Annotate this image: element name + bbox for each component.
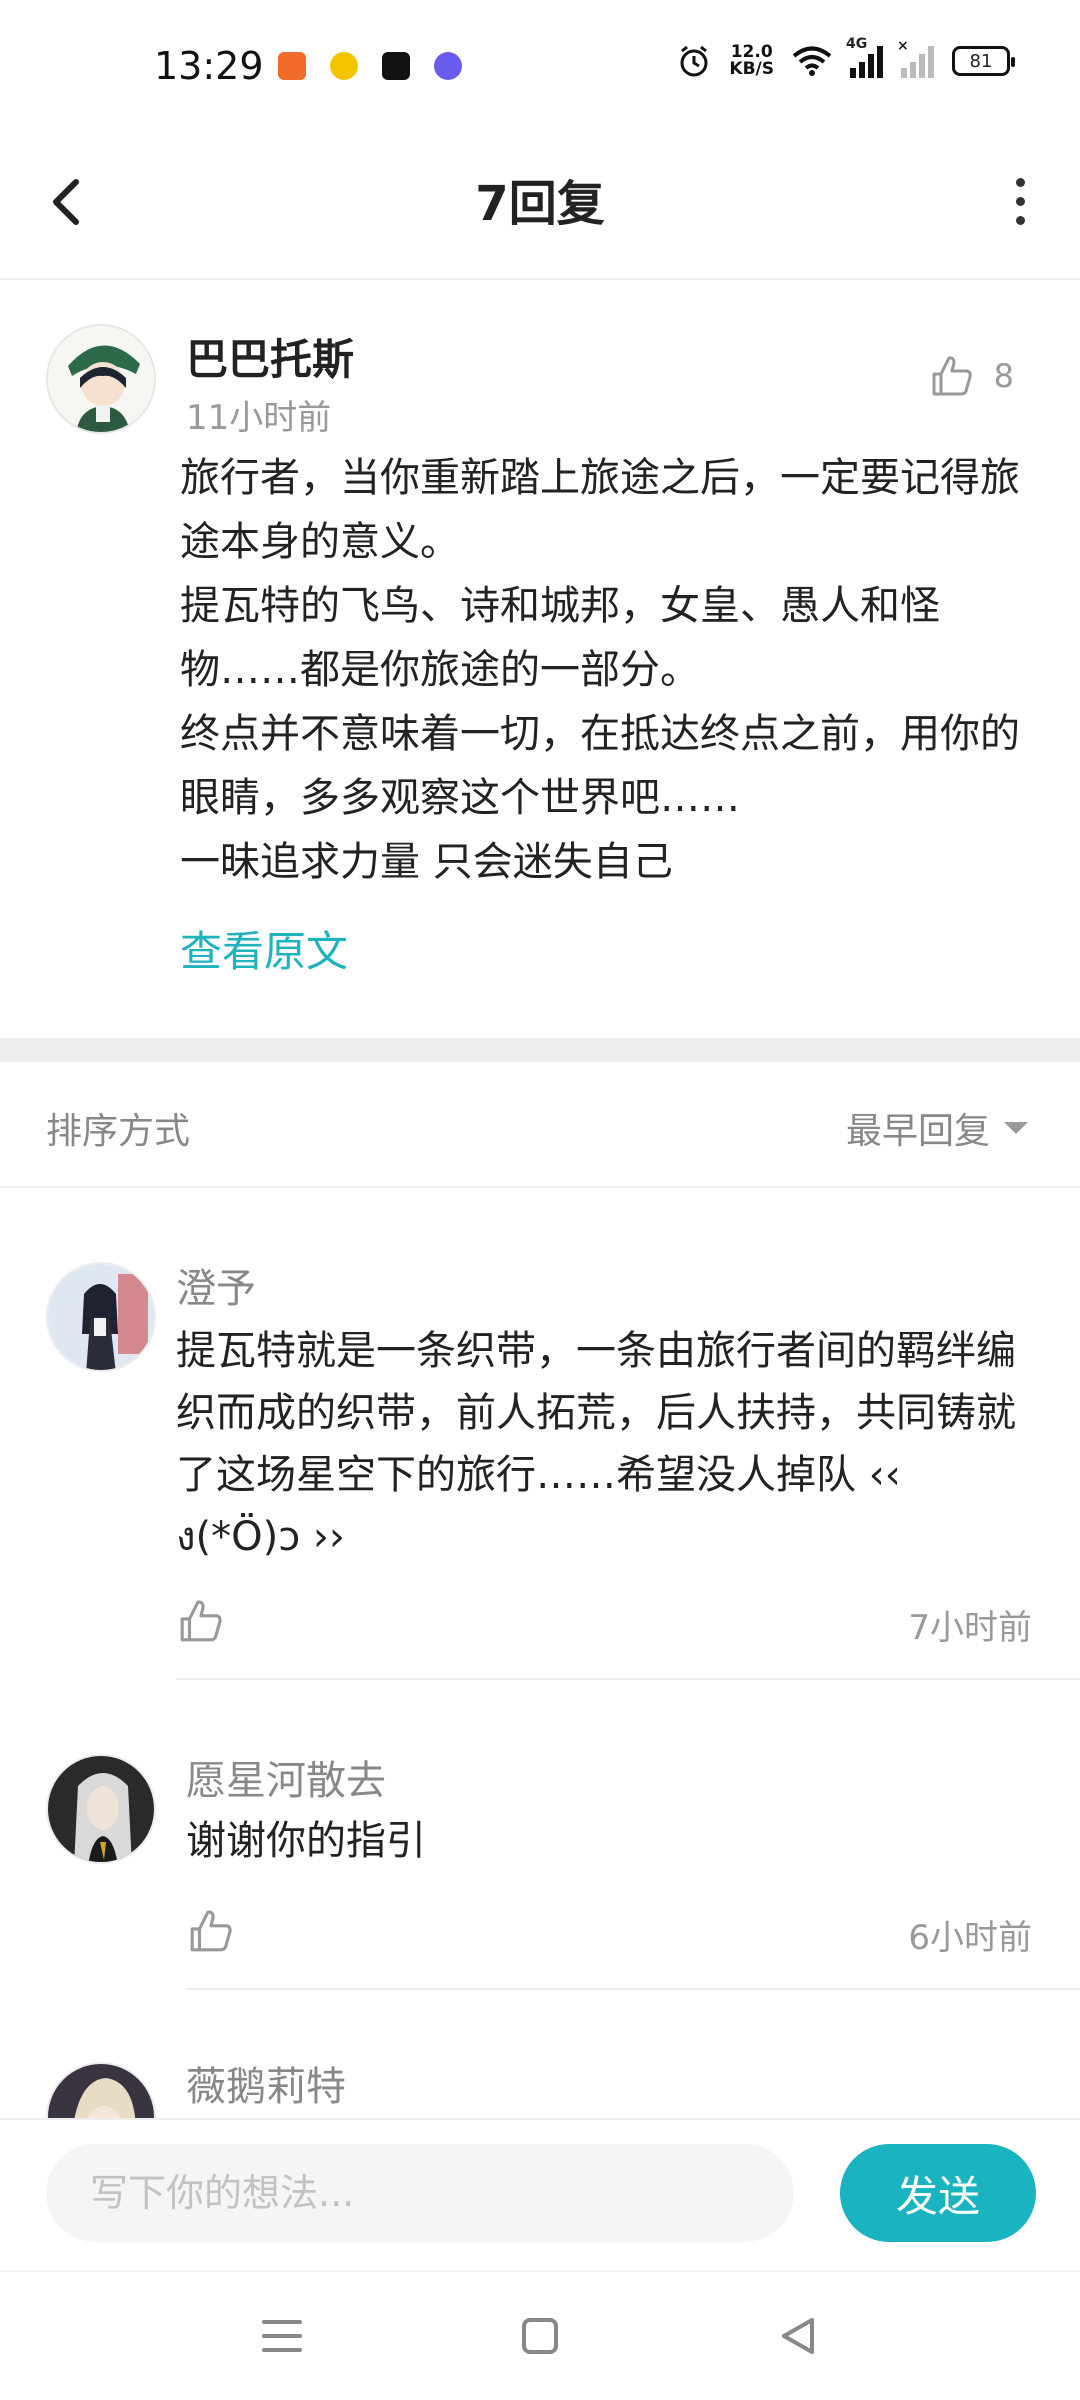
battery-icon: 81 bbox=[952, 46, 1015, 76]
back-triangle-icon bbox=[782, 2318, 814, 2354]
reply-content: 谢谢你的指引 bbox=[186, 1818, 426, 1864]
reply-author[interactable]: 愿星河散去 bbox=[186, 1748, 386, 1806]
view-original-link[interactable]: 查看原文 bbox=[180, 918, 348, 979]
alarm-icon bbox=[680, 45, 708, 77]
post-author[interactable]: 巴巴托斯 bbox=[186, 326, 354, 387]
post-line: 终点并不意味着一切，在抵达终点之前，用你的眼睛，多多观察这个世界吧…… bbox=[180, 711, 1020, 821]
nav-menu-button[interactable] bbox=[252, 2306, 312, 2366]
caret-down-icon bbox=[1004, 1122, 1028, 1134]
post-content: 旅行者，当你重新踏上旅途之后，一定要记得旅途本身的意义。 提瓦特的飞鸟、诗和城邦… bbox=[180, 446, 1040, 894]
main-comment: 巴巴托斯 11小时前 8 旅行者，当你重新踏上旅途之后，一定要记得旅途本身的意义… bbox=[0, 282, 1080, 1038]
network-type: 4G bbox=[846, 36, 868, 52]
thumbs-up-icon bbox=[180, 1600, 222, 1642]
sort-selected-value: 最早回复 bbox=[845, 1111, 990, 1152]
reply-author[interactable]: 薇鹅莉特 bbox=[186, 2054, 346, 2112]
sort-dropdown[interactable]: 最早回复 bbox=[846, 1102, 1028, 1154]
reply-like-button[interactable] bbox=[178, 1598, 224, 1644]
sort-label: 排序方式 bbox=[46, 1111, 191, 1152]
app-notification-icon bbox=[278, 52, 306, 80]
post-line: 一昧追求力量 只会迷失自己 bbox=[180, 839, 673, 885]
system-navigation-bar bbox=[0, 2270, 1080, 2400]
network-speed-unit: KB/S bbox=[729, 59, 774, 79]
home-square-icon bbox=[522, 2318, 558, 2354]
status-time: 13:29 bbox=[154, 44, 264, 88]
cell-signal-2-icon: × bbox=[897, 38, 934, 78]
page-title: 7回复 bbox=[475, 176, 605, 232]
post-time: 11小时前 bbox=[186, 398, 332, 438]
avatar[interactable] bbox=[46, 1262, 156, 1372]
thumbs-up-icon bbox=[932, 356, 972, 396]
top-app-bar: 7回复 bbox=[0, 120, 1080, 280]
nav-back-button[interactable] bbox=[768, 2306, 828, 2366]
comment-input-bar: 发送 bbox=[0, 2118, 1080, 2270]
avatar[interactable] bbox=[46, 324, 156, 434]
user-avatar-image bbox=[48, 1756, 154, 1862]
reply-item: 愿星河散去 谢谢你的指引 6小时前 bbox=[0, 1680, 1080, 1990]
wifi-icon bbox=[792, 46, 832, 76]
avatar[interactable] bbox=[46, 1754, 156, 1864]
post-like-button[interactable]: 8 bbox=[930, 354, 1014, 398]
cell-signal-icon: 4G bbox=[846, 36, 883, 78]
status-bar: 13:29 12.0 KB/S 4G × 81 bbox=[0, 0, 1080, 120]
post-like-count: 8 bbox=[993, 357, 1014, 395]
section-divider bbox=[0, 1038, 1080, 1062]
network-speed: 12.0 KB/S bbox=[729, 44, 774, 78]
user-avatar-image bbox=[48, 326, 154, 432]
app-notification-icon bbox=[382, 52, 410, 80]
nav-home-button[interactable] bbox=[510, 2306, 570, 2366]
reply-item: 薇鹅莉特 bbox=[0, 1990, 1080, 2118]
user-avatar-image bbox=[48, 1264, 154, 1370]
reply-content: 提瓦特就是一条织带，一条由旅行者间的羁绊编织而成的织带，前人拓荒，后人扶持，共同… bbox=[176, 1328, 1016, 1560]
post-line: 提瓦特的飞鸟、诗和城邦，女皇、愚人和怪物……都是你旅途的一部分。 bbox=[180, 583, 940, 693]
reply-time: 7小时前 bbox=[908, 1608, 1032, 1648]
more-dots-icon bbox=[1015, 177, 1025, 187]
user-avatar-image bbox=[48, 2064, 154, 2118]
reply-author[interactable]: 澄予 bbox=[176, 1256, 256, 1314]
comment-input[interactable] bbox=[46, 2144, 794, 2242]
reply-item: 澄予 提瓦特就是一条织带，一条由旅行者间的羁绊编织而成的织带，前人拓荒，后人扶持… bbox=[0, 1188, 1080, 1680]
status-right-icons: 12.0 KB/S 4G × 81 bbox=[677, 36, 1015, 78]
reply-time: 6小时前 bbox=[908, 1918, 1032, 1958]
reply-detail-page: 13:29 12.0 KB/S 4G × 81 7回复 巴巴托斯 11小时前 8… bbox=[0, 0, 1080, 2400]
send-button[interactable]: 发送 bbox=[840, 2144, 1036, 2242]
post-line: 旅行者，当你重新踏上旅途之后，一定要记得旅途本身的意义。 bbox=[180, 455, 1020, 565]
more-options-button[interactable] bbox=[990, 166, 1050, 236]
sort-row: 排序方式 最早回复 bbox=[0, 1062, 1080, 1188]
app-notification-icon bbox=[330, 52, 358, 80]
reply-like-button[interactable] bbox=[188, 1908, 234, 1954]
avatar[interactable] bbox=[46, 2062, 156, 2118]
thumbs-up-icon bbox=[190, 1910, 232, 1952]
app-notification-icon bbox=[434, 52, 462, 80]
menu-icon bbox=[262, 2320, 302, 2352]
